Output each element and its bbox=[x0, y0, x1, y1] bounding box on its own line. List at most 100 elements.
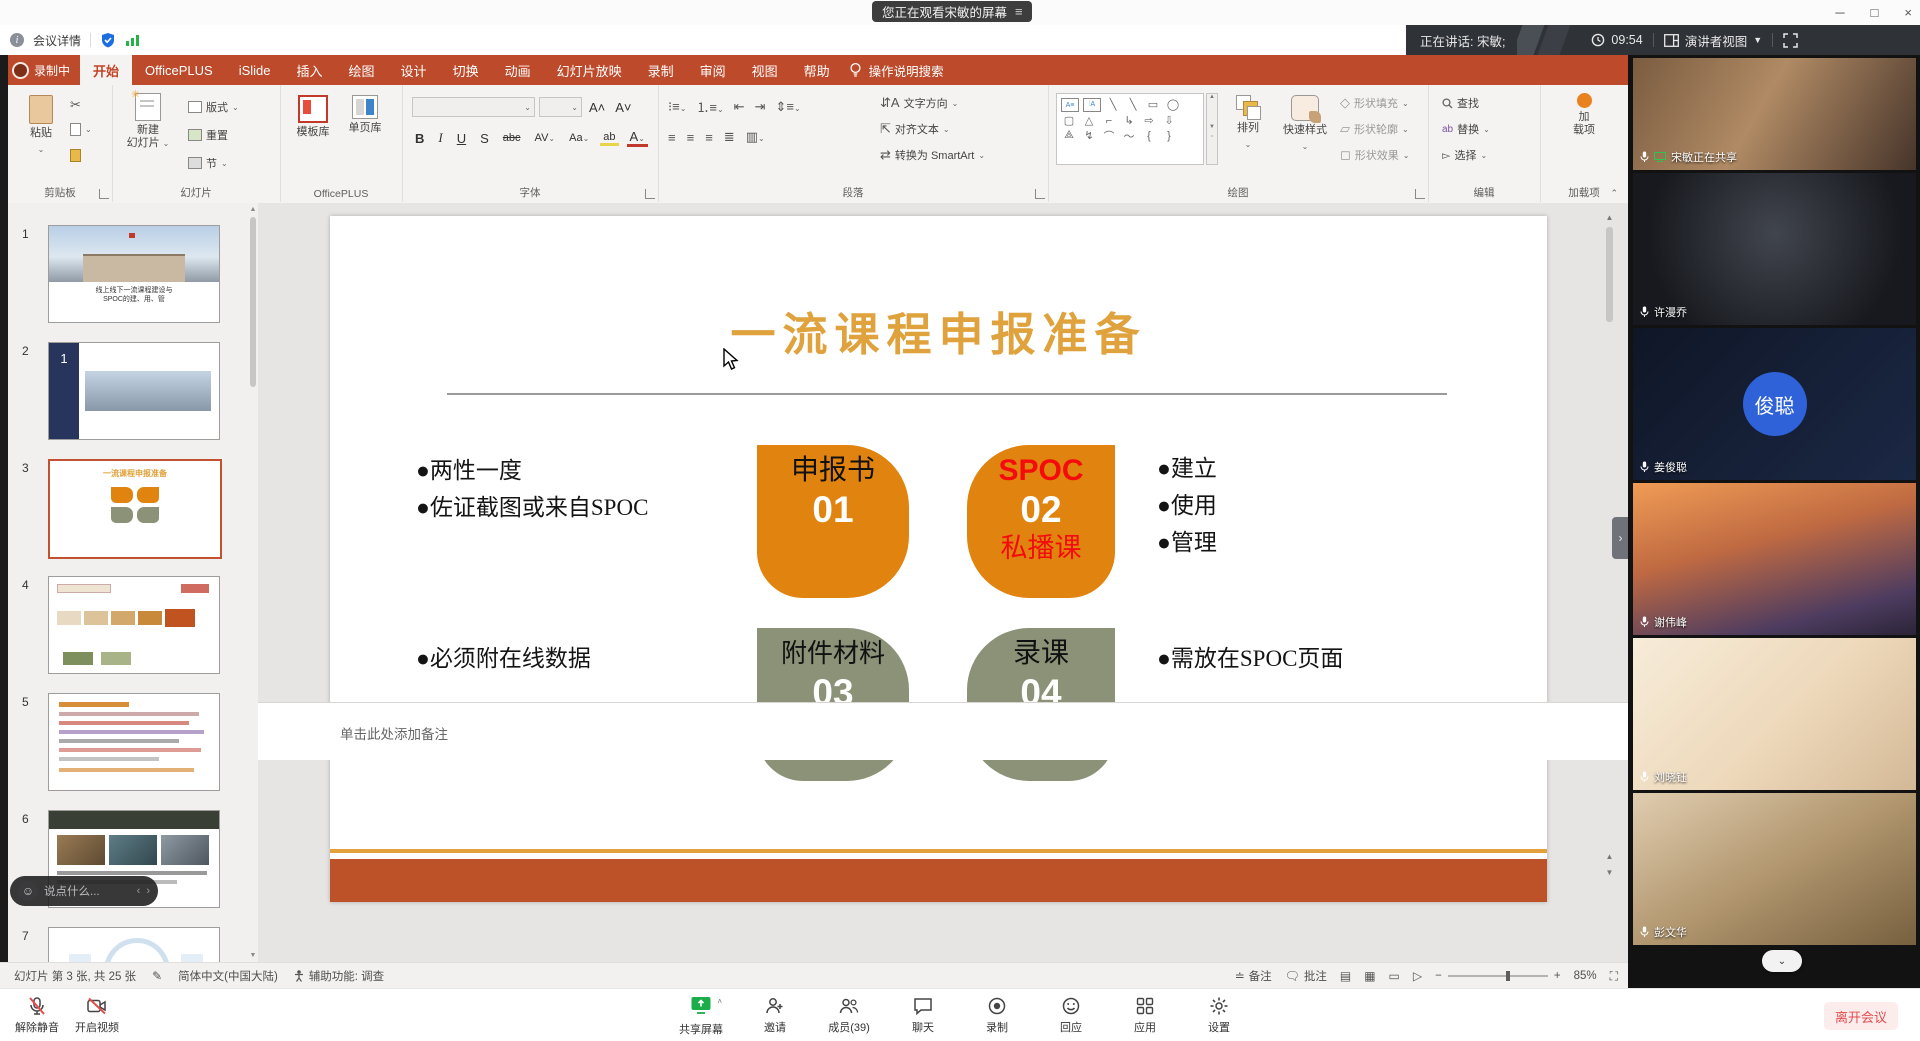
scroll-down-arrow-icon[interactable]: ▼ bbox=[248, 952, 258, 959]
caption-next-icon[interactable]: › bbox=[146, 885, 150, 897]
caption-placeholder[interactable]: 说点什么... bbox=[44, 883, 131, 899]
slideshow-button[interactable]: ▷ bbox=[1413, 969, 1422, 983]
ribbon-tab[interactable]: 切换 bbox=[440, 55, 492, 85]
shape-effects-button[interactable]: ◻形状效果⌄ bbox=[1340, 147, 1410, 163]
caption-prev-icon[interactable]: ‹ bbox=[137, 885, 141, 897]
meeting-details-link[interactable]: 会议详情 bbox=[33, 32, 81, 49]
thumbnail-slide-7[interactable] bbox=[48, 927, 220, 962]
char-spacing-button[interactable]: AV⌄ bbox=[532, 132, 559, 144]
scroll-up-arrow-icon[interactable]: ▲ bbox=[248, 206, 258, 213]
quick-styles-button[interactable]: 快速样式⌄ bbox=[1276, 95, 1334, 153]
view-mode-selector[interactable]: 演讲者视图 ▼ bbox=[1664, 31, 1762, 50]
ribbon-tab[interactable]: 幻灯片放映 bbox=[544, 55, 635, 85]
panel-expand-button[interactable]: ⌄ bbox=[1762, 950, 1802, 972]
clipboard-dialog-launcher[interactable] bbox=[99, 189, 109, 199]
settings-button[interactable]: 设置 bbox=[1189, 993, 1249, 1038]
unmute-button[interactable]: 解除静音 bbox=[6, 993, 68, 1038]
increase-indent-button[interactable]: ⇥ bbox=[755, 99, 766, 115]
ribbon-tab[interactable]: 设计 bbox=[388, 55, 440, 85]
thumbnail-slide-3-selected[interactable]: 一流课程申报准备 bbox=[48, 459, 222, 559]
convert-smartart-button[interactable]: ⇄转换为 SmartArt⌄ bbox=[880, 147, 985, 163]
normal-view-button[interactable]: ▤ bbox=[1340, 969, 1351, 983]
section-button[interactable]: 节⌄ bbox=[188, 155, 228, 171]
start-video-button[interactable]: 开启视频 bbox=[66, 993, 128, 1038]
thumbnail-slide-5[interactable] bbox=[48, 693, 220, 791]
italic-button[interactable]: I bbox=[435, 130, 445, 146]
paste-button[interactable]: 粘贴⌄ bbox=[20, 95, 62, 156]
font-size-combo[interactable]: ⌄ bbox=[539, 97, 582, 117]
numbering-button[interactable]: ⒈≡⌄ bbox=[696, 97, 723, 116]
highlight-color-button[interactable]: ab bbox=[600, 131, 618, 146]
shape-fill-button[interactable]: ◇形状填充⌄ bbox=[1340, 95, 1409, 111]
arrange-button[interactable]: 排列⌄ bbox=[1224, 95, 1272, 151]
align-center-button[interactable]: ≡ bbox=[687, 130, 695, 145]
grow-font-button[interactable]: A˄ bbox=[586, 100, 608, 115]
watching-screen-banner[interactable]: 您正在观看宋敏的屏幕 ≡ bbox=[872, 1, 1032, 22]
scroll-up-arrow-icon[interactable]: ▲ bbox=[1603, 213, 1616, 222]
layout-button[interactable]: 版式⌄ bbox=[188, 99, 239, 115]
share-screen-button[interactable]: ˄ 共享屏幕 bbox=[671, 993, 731, 1038]
notes-placeholder[interactable]: 单击此处添加备注 bbox=[340, 723, 448, 743]
text-direction-button[interactable]: ⇵A文字方向⌄ bbox=[880, 95, 958, 111]
thumbnail-slide-1[interactable]: 线上线下一流课程建设与 SPOC的建、用、管 bbox=[48, 225, 220, 323]
participant-tile[interactable]: 刘晓钰 bbox=[1633, 638, 1916, 790]
participant-tile[interactable]: 彭文华 bbox=[1633, 793, 1916, 945]
scrollbar-thumb[interactable] bbox=[1606, 227, 1613, 322]
underline-button[interactable]: U bbox=[454, 131, 469, 146]
ribbon-tab[interactable]: 审阅 bbox=[687, 55, 739, 85]
align-right-button[interactable]: ≡ bbox=[705, 130, 713, 145]
spell-check-icon[interactable]: ✎ bbox=[152, 969, 162, 983]
ribbon-tab[interactable]: 录制 bbox=[635, 55, 687, 85]
network-signal-icon[interactable] bbox=[125, 33, 140, 47]
security-shield-icon[interactable] bbox=[100, 32, 116, 48]
font-color-button[interactable]: A⌄ bbox=[627, 129, 648, 147]
reading-view-button[interactable]: ▭ bbox=[1389, 969, 1400, 983]
align-text-button[interactable]: ⇱对齐文本⌄ bbox=[880, 121, 950, 137]
bold-button[interactable]: B bbox=[412, 131, 427, 146]
fit-slide-button[interactable]: ⛶ bbox=[1610, 969, 1618, 984]
paragraph-dialog-launcher[interactable] bbox=[1035, 189, 1045, 199]
zoom-percentage[interactable]: 85% bbox=[1574, 970, 1597, 982]
ribbon-tab[interactable]: 开始 bbox=[80, 55, 132, 85]
align-left-button[interactable]: ≡ bbox=[668, 130, 676, 145]
side-panel-toggle[interactable]: › bbox=[1612, 517, 1629, 559]
shapes-gallery[interactable]: A≡ ⫶A ╲╲▭◯ ▢△⌐ ↳⇨⇩ ⟁↯⌒ 〜{} bbox=[1056, 93, 1204, 165]
find-button[interactable]: 查找 bbox=[1442, 95, 1479, 111]
members-button[interactable]: 成员(39) bbox=[819, 993, 879, 1038]
thumbnail-scrollbar[interactable]: ▲ ▼ bbox=[248, 203, 258, 962]
template-library-button[interactable]: 模板库 bbox=[290, 95, 336, 139]
invite-button[interactable]: 邀请 bbox=[745, 993, 805, 1038]
notes-toggle-button[interactable]: ≐备注 bbox=[1235, 968, 1272, 984]
maximize-button[interactable]: □ bbox=[1871, 5, 1879, 20]
font-dialog-launcher[interactable] bbox=[645, 189, 655, 199]
shapes-gallery-scrollbar[interactable]: ▲ ▼ ⁼ bbox=[1206, 93, 1218, 165]
close-button[interactable]: × bbox=[1904, 5, 1912, 20]
strikethrough-button[interactable]: abc bbox=[500, 132, 524, 144]
comments-toggle-button[interactable]: 🗨批注 bbox=[1285, 968, 1327, 984]
shadow-button[interactable]: S bbox=[477, 131, 492, 146]
new-slide-button[interactable]: ✳ 新建幻灯片 ⌄ bbox=[122, 93, 174, 150]
caption-quick-chat[interactable]: ☺ 说点什么... ‹ › bbox=[10, 876, 158, 906]
ribbon-tab[interactable]: 视图 bbox=[739, 55, 791, 85]
slide-sorter-view-button[interactable]: ▦ bbox=[1364, 969, 1375, 983]
participant-tile[interactable]: 许漫乔 bbox=[1633, 173, 1916, 325]
zoom-out-button[interactable]: − bbox=[1435, 970, 1442, 982]
decrease-indent-button[interactable]: ⇤ bbox=[734, 99, 745, 115]
notes-pane[interactable]: 单击此处添加备注 bbox=[258, 702, 1628, 760]
addins-button[interactable]: 加载项 bbox=[1562, 93, 1606, 137]
justify-button[interactable]: ≣ bbox=[724, 129, 735, 145]
collapse-ribbon-button[interactable]: ⌃ bbox=[1610, 188, 1618, 199]
scrollbar-thumb[interactable] bbox=[250, 217, 256, 387]
font-name-combo[interactable]: ⌄ bbox=[412, 97, 535, 117]
page-library-button[interactable]: 单页库 bbox=[342, 95, 388, 135]
ribbon-tab[interactable]: 插入 bbox=[284, 55, 336, 85]
format-painter-button[interactable] bbox=[70, 149, 81, 162]
zoom-in-button[interactable]: + bbox=[1554, 970, 1561, 982]
reset-button[interactable]: 重置 bbox=[188, 127, 228, 143]
tell-me-search[interactable]: 操作说明搜索 bbox=[849, 55, 944, 85]
chat-button[interactable]: 聊天 bbox=[893, 993, 953, 1038]
share-options-caret-icon[interactable]: ˄ bbox=[717, 997, 722, 1006]
thumbnail-slide-4[interactable] bbox=[48, 576, 220, 674]
replace-button[interactable]: ab替换⌄ bbox=[1442, 121, 1490, 137]
reactions-button[interactable]: 回应 bbox=[1041, 993, 1101, 1038]
